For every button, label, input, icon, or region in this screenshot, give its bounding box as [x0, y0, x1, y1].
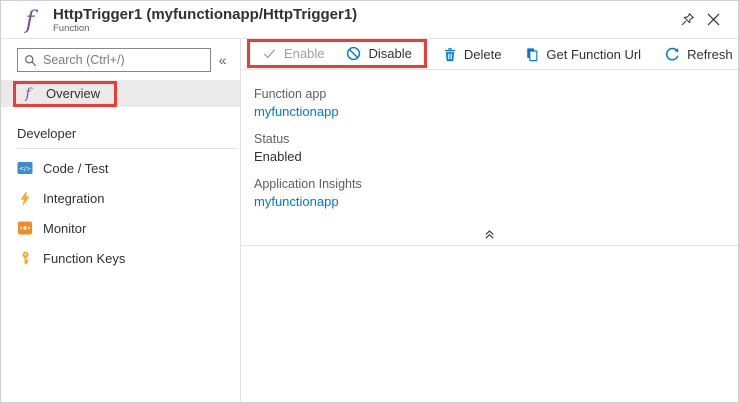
monitor-icon	[18, 221, 32, 235]
trash-icon	[444, 47, 455, 61]
key-icon	[22, 251, 28, 264]
empty-content-area	[241, 246, 738, 402]
sidebar-item-label: Code / Test	[43, 160, 109, 176]
function-app-link[interactable]: myfunctionapp	[254, 103, 738, 120]
sidebar-divider	[17, 148, 235, 149]
disable-label: Disable	[368, 46, 412, 61]
sidebar-item-label: Overview	[46, 86, 101, 101]
sidebar: « f Overview Developer </> Code / Test	[1, 39, 241, 402]
pin-icon	[681, 13, 694, 26]
sidebar-section-developer: Developer	[17, 126, 77, 141]
collapse-menu-button[interactable]: «	[211, 52, 234, 68]
toolbar: Enable Disable Delete Get Function Url R…	[241, 39, 738, 69]
toolbar-highlight-box: Enable Disable	[247, 39, 427, 68]
delete-label: Delete	[463, 46, 502, 62]
get-function-url-button[interactable]: Get Function Url	[525, 47, 641, 62]
application-insights-link[interactable]: myfunctionapp	[254, 193, 738, 210]
field-label: Application Insights	[254, 177, 362, 191]
refresh-icon	[666, 47, 679, 61]
code-icon: </>	[17, 162, 33, 174]
function-icon: f	[25, 5, 35, 34]
field-label: Status	[254, 132, 290, 146]
overview-highlight-box: f Overview	[13, 80, 118, 107]
search-input[interactable]	[43, 53, 204, 67]
lightning-icon	[20, 191, 30, 205]
function-icon: f	[25, 85, 31, 102]
function-blade-window: f HttpTrigger1 (myfunctionapp/HttpTrigge…	[0, 0, 739, 403]
pin-button[interactable]	[674, 7, 700, 33]
field-status: Status Enabled	[254, 131, 738, 165]
close-icon	[707, 13, 719, 26]
collapse-essentials-button[interactable]	[241, 223, 738, 245]
search-icon	[25, 54, 37, 66]
refresh-button[interactable]: Refresh	[665, 47, 733, 62]
main-panel: Enable Disable Delete Get Function Url R…	[241, 39, 738, 402]
blade-header: f HttpTrigger1 (myfunctionapp/HttpTrigge…	[1, 1, 738, 39]
sidebar-item-monitor[interactable]: Monitor	[1, 213, 240, 243]
search-row: «	[1, 39, 240, 80]
field-function-app: Function app myfunctionapp	[254, 86, 738, 120]
sidebar-item-label: Function Keys	[43, 250, 126, 266]
overview-essentials: Function app myfunctionapp Status Enable…	[241, 70, 738, 221]
refresh-label: Refresh	[687, 46, 733, 62]
close-button[interactable]	[700, 7, 726, 33]
svg-text:</>: </>	[19, 166, 31, 173]
field-application-insights: Application Insights myfunctionapp	[254, 176, 738, 210]
status-value: Enabled	[254, 149, 302, 164]
checkmark-icon	[263, 49, 276, 59]
copy-url-icon	[527, 47, 538, 61]
prohibition-icon	[347, 46, 361, 61]
chevron-double-up-icon	[485, 229, 494, 239]
sidebar-item-label: Integration	[43, 190, 105, 206]
sidebar-item-overview[interactable]: f Overview	[1, 80, 240, 107]
title-block: HttpTrigger1 (myfunctionapp/HttpTrigger1…	[53, 6, 357, 34]
search-box[interactable]	[17, 48, 211, 72]
page-title: HttpTrigger1 (myfunctionapp/HttpTrigger1…	[53, 5, 358, 23]
enable-button[interactable]: Enable	[262, 46, 324, 61]
page-subtitle: Function	[53, 22, 90, 34]
field-label: Function app	[254, 87, 327, 101]
get-function-url-label: Get Function Url	[546, 46, 642, 62]
sidebar-item-code-test[interactable]: </> Code / Test	[1, 153, 240, 183]
sidebar-item-label: Monitor	[43, 220, 87, 236]
sidebar-item-function-keys[interactable]: Function Keys	[1, 243, 240, 273]
sidebar-item-integration[interactable]: Integration	[1, 183, 240, 213]
enable-label: Enable	[284, 46, 325, 61]
delete-button[interactable]: Delete	[443, 46, 502, 62]
disable-button[interactable]: Disable	[346, 46, 412, 61]
